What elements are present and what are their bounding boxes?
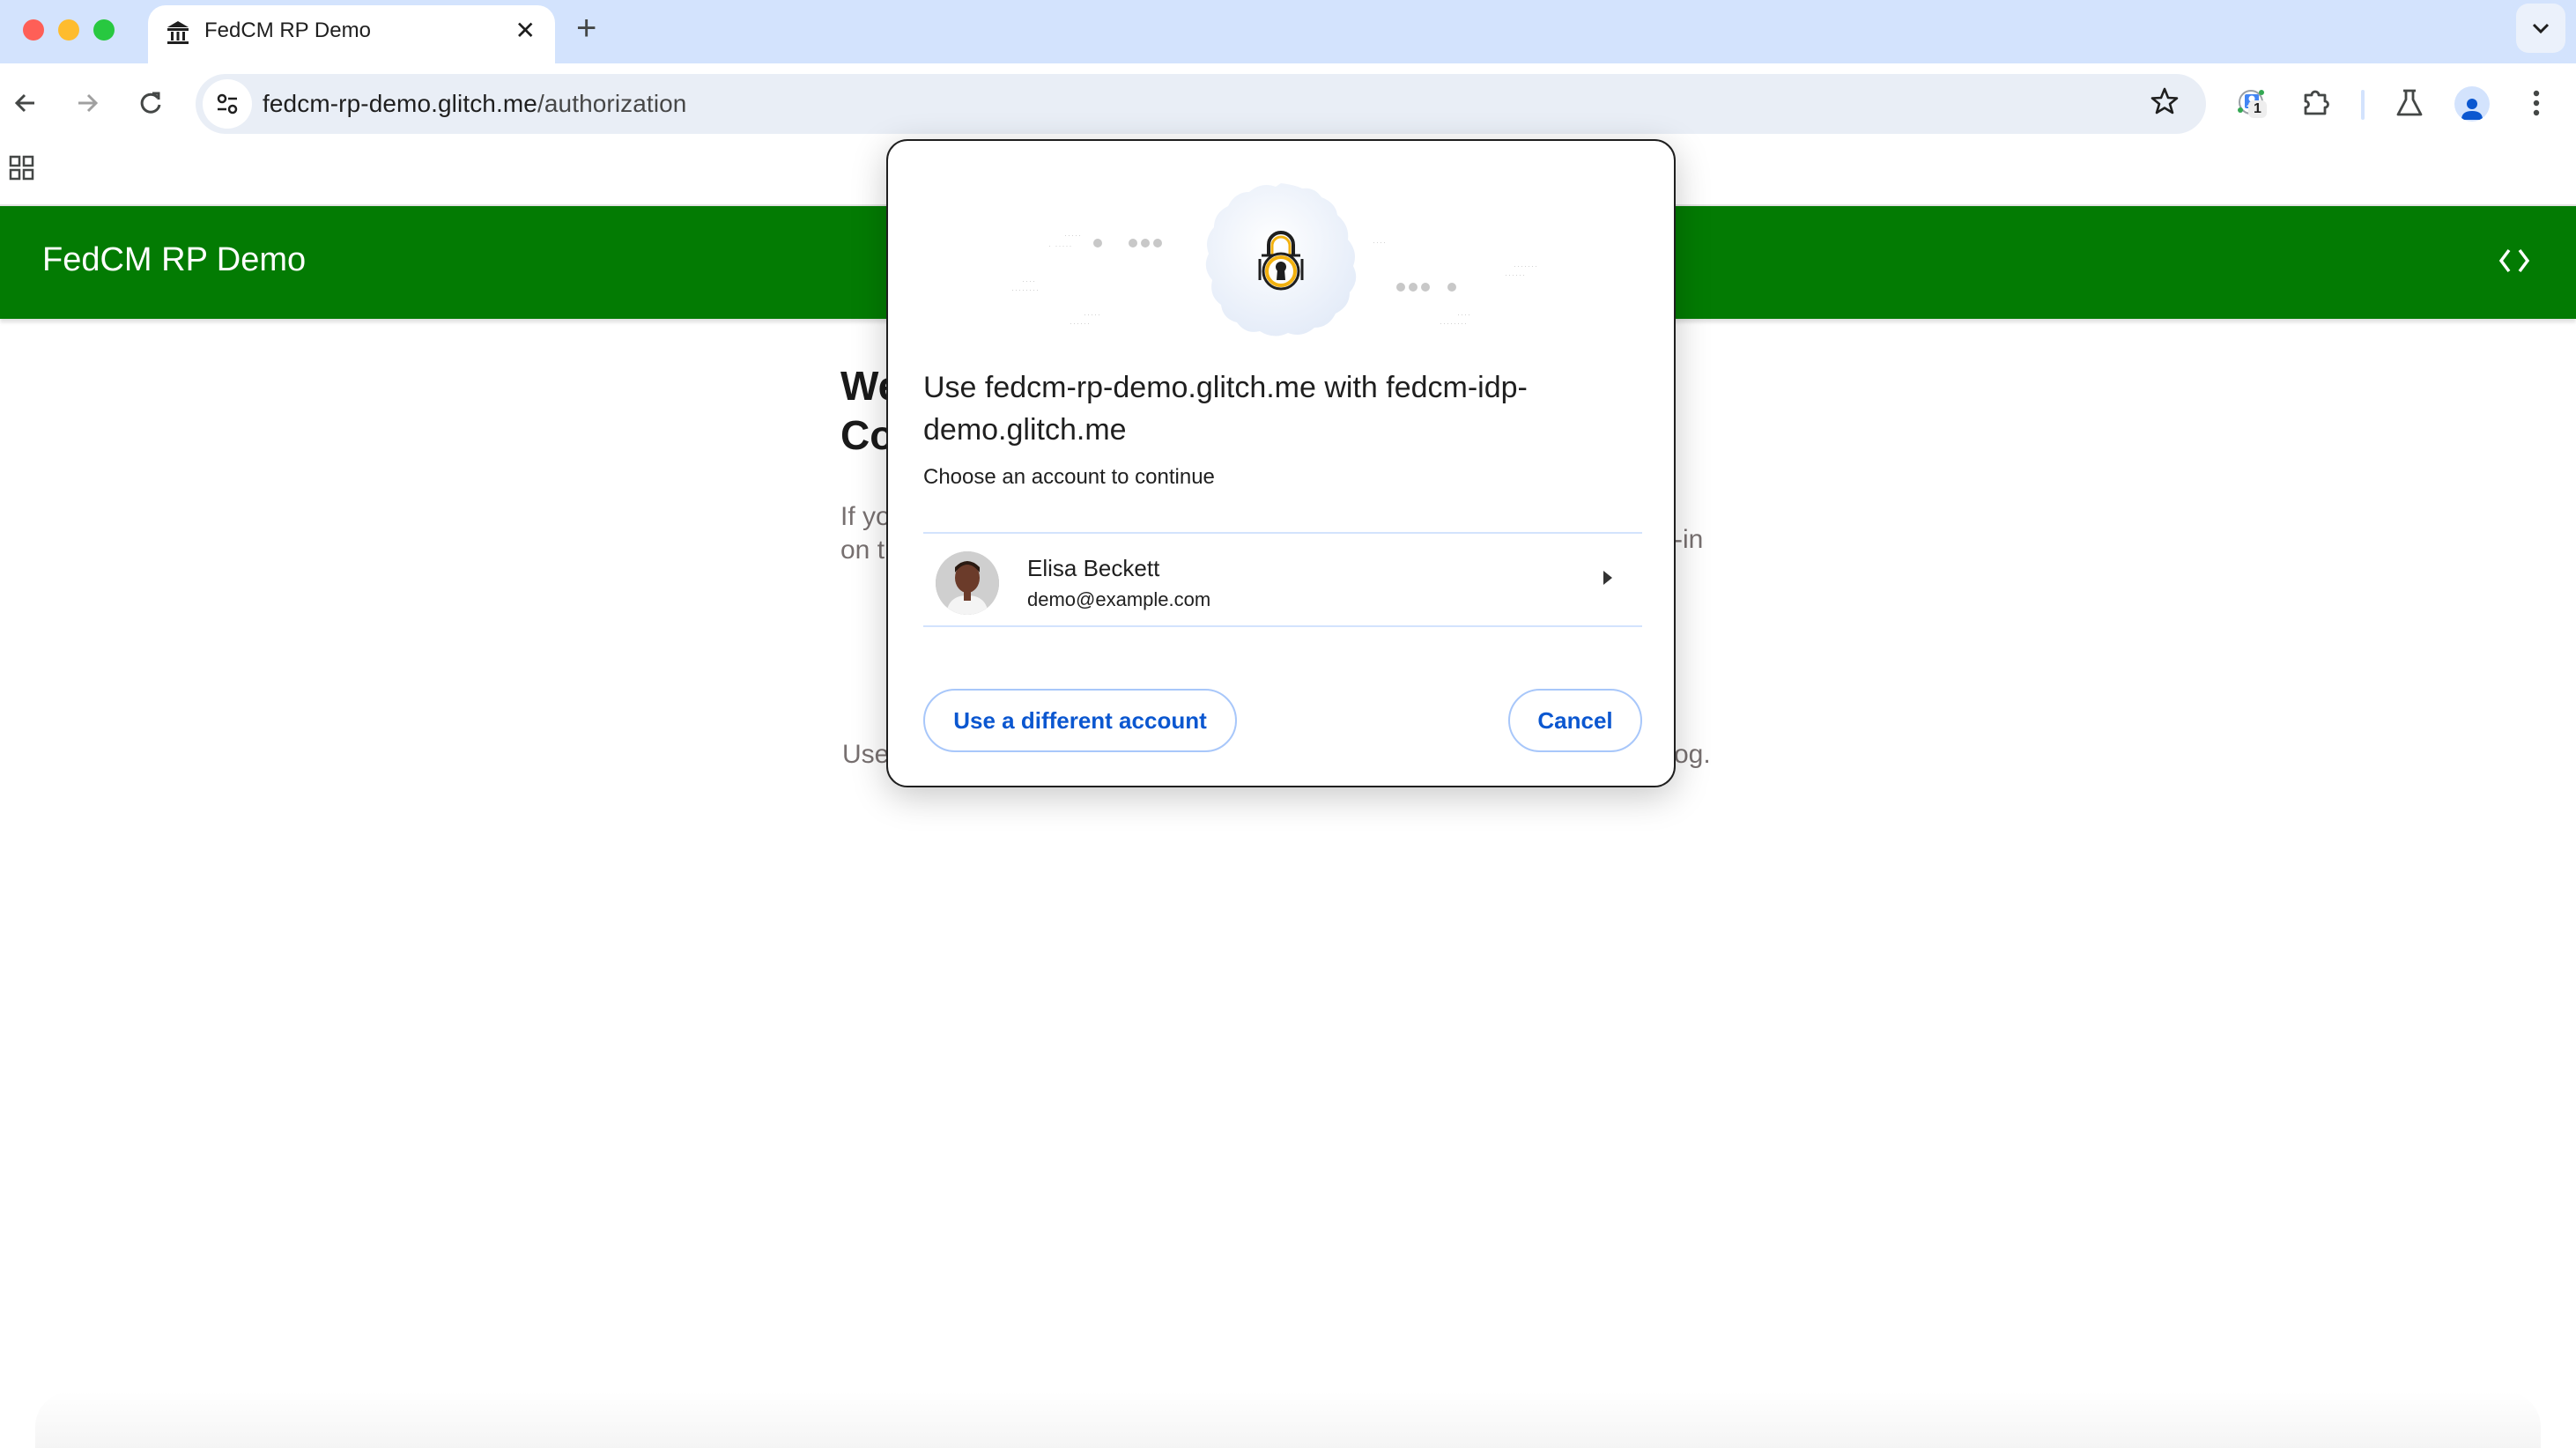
note-tail: og. <box>1674 740 1711 769</box>
site-info-button[interactable] <box>203 79 252 129</box>
bank-icon <box>167 21 189 44</box>
tune-icon <box>217 93 238 115</box>
app-title[interactable]: FedCM RP Demo <box>42 241 306 279</box>
url-text[interactable]: fedcm-rp-demo.glitch.me/authorization <box>263 90 686 118</box>
intro-line-1-tail: -in <box>1674 525 1704 554</box>
tab-strip: FedCM RP Demo ✕ + <box>0 0 2576 63</box>
svg-text:····: ···· <box>1373 238 1387 247</box>
tab-fedcm-rp-demo[interactable]: FedCM RP Demo ✕ <box>148 5 555 63</box>
url-host: fedcm-rp-demo.glitch.me <box>263 90 537 117</box>
star-icon <box>2150 87 2179 115</box>
svg-text:· ·····: · ····· <box>1048 241 1072 250</box>
avatar <box>936 551 999 615</box>
svg-text:········: ········ <box>1440 319 1468 328</box>
account-email: demo@example.com <box>1027 588 1211 610</box>
cancel-button[interactable]: Cancel <box>1508 689 1642 752</box>
reload-button[interactable] <box>130 83 171 123</box>
code-icon[interactable] <box>2497 245 2532 277</box>
dialog-subtitle: Choose an account to continue <box>923 465 1215 489</box>
dialog-title: Use fedcm-rp-demo.glitch.me with fedcm-i… <box>923 371 1528 447</box>
svg-text:·····: ····· <box>1084 310 1101 319</box>
window-minimize-button[interactable] <box>58 19 79 41</box>
puzzle-icon <box>2304 90 2329 115</box>
tab-search-button[interactable] <box>2516 4 2565 53</box>
svg-text:·······: ······· <box>1514 262 1538 270</box>
plus-icon[interactable]: + <box>576 9 596 48</box>
account-row[interactable]: Elisa Beckett demo@example.com <box>923 534 1642 625</box>
profile-button[interactable] <box>2454 86 2490 122</box>
bottom-shadow <box>35 1392 2541 1448</box>
person-icon <box>2461 99 2483 120</box>
account-list-bottom-divider <box>923 625 1642 627</box>
url-path: /authorization <box>537 90 687 117</box>
reload-icon <box>140 92 161 114</box>
chevron-down-icon <box>2532 23 2550 34</box>
svg-text:········: ········ <box>1011 285 1040 294</box>
svg-text:······: ······ <box>1505 270 1526 279</box>
svg-text:······: ······ <box>1070 319 1091 328</box>
fedcm-account-chooser-dialog: · ····· ····· ···· ······ ······· ······… <box>886 139 1676 787</box>
dialog-illustration: · ····· ····· ···· ······ ······· ······… <box>1011 183 1538 336</box>
back-button[interactable] <box>5 83 46 123</box>
svg-text:····: ···· <box>1457 310 1471 319</box>
account-name: Elisa Beckett <box>1027 555 1160 581</box>
extensions-button[interactable] <box>2296 83 2336 123</box>
window-zoom-button[interactable] <box>93 19 115 41</box>
browser-toolbar: fedcm-rp-demo.glitch.me/authorization 1 <box>0 63 2576 143</box>
toolbar-divider <box>2361 90 2365 120</box>
labs-button[interactable] <box>2389 83 2430 123</box>
use-different-account-button[interactable]: Use a different account <box>923 689 1237 752</box>
chevron-right-icon <box>1603 571 1612 585</box>
svg-text:·····: ····· <box>1064 231 1082 240</box>
arrow-left-icon <box>14 93 34 113</box>
note-paragraph: Use <box>842 740 890 769</box>
arrow-right-icon <box>78 93 99 113</box>
avatar-photo <box>936 551 999 615</box>
flask-icon <box>2396 89 2423 116</box>
forward-button[interactable] <box>67 83 107 123</box>
svg-text:····: ···· <box>1022 277 1036 285</box>
browser-menu-button[interactable] <box>2516 83 2557 123</box>
apps-grid-icon[interactable] <box>9 155 35 181</box>
bookmark-button[interactable] <box>2150 86 2180 121</box>
window-close-button[interactable] <box>23 19 44 41</box>
address-bar[interactable]: fedcm-rp-demo.glitch.me/authorization <box>196 74 2206 134</box>
close-icon[interactable]: ✕ <box>515 16 536 46</box>
kebab-menu-icon <box>2533 90 2540 116</box>
fedcm-extension-button[interactable]: 1 <box>2232 83 2273 123</box>
extension-badge: 1 <box>2248 100 2267 118</box>
tab-title: FedCM RP Demo <box>204 18 371 42</box>
